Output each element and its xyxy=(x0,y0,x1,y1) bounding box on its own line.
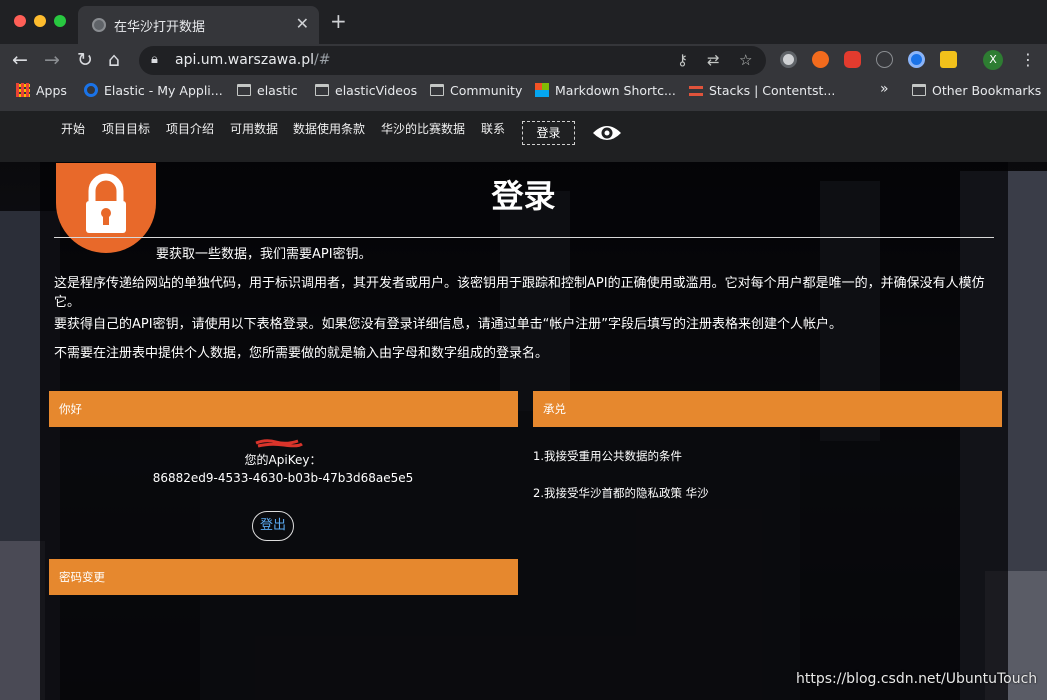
intro-line: 要获取一些数据，我们需要API密钥。 xyxy=(156,247,372,262)
watermark-text: https://blog.csdn.net/UbuntuTouch xyxy=(796,671,1038,687)
login-button[interactable]: 登录 xyxy=(522,121,575,145)
bookmark-elastic[interactable]: elastic xyxy=(237,83,298,98)
globe-icon xyxy=(92,18,106,32)
apikey-label: 您的ApiKey： xyxy=(244,453,322,467)
lock-icon[interactable]: 🔒︎ xyxy=(151,52,158,67)
tab-title: 在华沙打开数据 xyxy=(114,20,206,35)
extension-info-icon[interactable] xyxy=(876,51,893,68)
extension-lifebuoy-icon[interactable] xyxy=(812,51,829,68)
nav-item-goals[interactable]: 项目目标 xyxy=(102,120,150,137)
nav-item-intro[interactable]: 项目介绍 xyxy=(166,120,214,137)
bookmarks-overflow-icon[interactable]: » xyxy=(880,81,889,97)
nav-item-start[interactable]: 开始 xyxy=(61,120,85,137)
folder-icon xyxy=(430,84,444,96)
apps-grid-icon xyxy=(16,83,30,97)
intro-paragraph: 不需要在注册表中提供个人数据，您所需要做的就是输入由字母和数字组成的登录名。 xyxy=(54,346,549,361)
url-text[interactable]: api.um.warszawa.pl/# xyxy=(175,52,330,68)
content-panel xyxy=(40,162,1008,700)
forward-icon[interactable]: → xyxy=(44,49,60,71)
stacks-icon xyxy=(689,86,703,96)
extension-hand-icon[interactable] xyxy=(844,51,861,68)
other-bookmarks[interactable]: Other Bookmarks xyxy=(912,83,1041,98)
minimize-window-icon[interactable] xyxy=(34,15,46,27)
nav-item-data[interactable]: 可用数据 xyxy=(230,120,278,137)
bookmark-stacks[interactable]: Stacks | Contentst... xyxy=(689,83,835,98)
extension-notes-icon[interactable] xyxy=(940,51,957,68)
translate-icon[interactable]: ⇄ xyxy=(707,51,720,69)
password-change-header[interactable]: 密码变更 xyxy=(49,559,518,595)
accept-item: 2.我接受华沙首都的隐私政策 华沙 xyxy=(533,486,709,500)
title-divider xyxy=(54,237,994,238)
elastic-icon xyxy=(84,83,98,97)
nav-item-terms[interactable]: 数据使用条款 xyxy=(293,120,365,137)
bookmark-markdown[interactable]: Markdown Shortc... xyxy=(535,83,676,98)
intro-paragraph: 这是程序传递给网站的单独代码，用于标识调用者，其开发者或用户。该密钥用于跟踪和控… xyxy=(54,276,985,310)
profile-avatar[interactable]: X xyxy=(983,50,1003,70)
reload-icon[interactable]: ↻ xyxy=(77,49,93,71)
eye-icon[interactable] xyxy=(592,123,622,143)
microsoft-icon xyxy=(535,83,549,97)
maximize-window-icon[interactable] xyxy=(54,15,66,27)
browser-tab[interactable]: 在华沙打开数据 ✕ xyxy=(78,6,319,44)
bookmark-community[interactable]: Community xyxy=(430,83,522,98)
back-icon[interactable]: ← xyxy=(12,49,28,71)
bookmarks-bar: Apps Elastic - My Appli... elastic elast… xyxy=(0,80,1047,103)
browser-chrome: 在华沙打开数据 ✕ + ← → ↻ ⌂ 🔒︎ api.um.warszawa.p… xyxy=(0,0,1047,111)
bookmark-elastic-my-appli[interactable]: Elastic - My Appli... xyxy=(84,83,223,98)
bookmark-apps[interactable]: Apps xyxy=(16,83,67,98)
hello-panel-header: 你好 xyxy=(49,391,518,427)
redacted-username xyxy=(255,439,303,448)
nav-item-contact[interactable]: 联系 xyxy=(481,120,505,137)
menu-kebab-icon[interactable]: ⋮ xyxy=(1020,49,1036,71)
logout-button[interactable]: 登出 xyxy=(252,511,294,541)
top-navigation: 开始 项目目标 项目介绍 可用数据 数据使用条款 华沙的比赛数据 联系 登录 xyxy=(0,111,1047,162)
apikey-block: 您的ApiKey： 86882ed9-4533-4630-b03b-47b3d6… xyxy=(48,451,518,487)
new-tab-icon[interactable]: + xyxy=(330,11,347,31)
folder-icon xyxy=(315,84,329,96)
tab-close-icon[interactable]: ✕ xyxy=(296,14,309,33)
tab-strip: 在华沙打开数据 ✕ + xyxy=(0,0,1047,44)
address-bar[interactable]: 🔒︎ api.um.warszawa.pl/# ⚷ ⇄ ☆ xyxy=(139,46,766,75)
extension-circle-icon[interactable] xyxy=(908,51,925,68)
key-icon[interactable]: ⚷ xyxy=(677,51,688,69)
folder-icon xyxy=(912,84,926,96)
web-page: 开始 项目目标 项目介绍 可用数据 数据使用条款 华沙的比赛数据 联系 登录 登… xyxy=(0,111,1047,700)
bookmark-star-icon[interactable]: ☆ xyxy=(739,51,752,69)
nav-item-competition[interactable]: 华沙的比赛数据 xyxy=(381,120,465,137)
close-window-icon[interactable] xyxy=(14,15,26,27)
apikey-value: 86882ed9-4533-4630-b03b-47b3d68ae5e5 xyxy=(152,471,414,485)
page-title: 登录 xyxy=(491,177,556,215)
intro-paragraph: 要获得自己的API密钥，请使用以下表格登录。如果您没有登录详细信息，请通过单击“… xyxy=(54,317,843,332)
folder-icon xyxy=(237,84,251,96)
extension-record-icon[interactable] xyxy=(780,51,797,68)
bookmark-elasticvideos[interactable]: elasticVideos xyxy=(315,83,417,98)
accept-panel-header: 承兑 xyxy=(533,391,1002,427)
accept-item: 1.我接受重用公共数据的条件 xyxy=(533,449,682,463)
home-icon[interactable]: ⌂ xyxy=(108,49,120,71)
